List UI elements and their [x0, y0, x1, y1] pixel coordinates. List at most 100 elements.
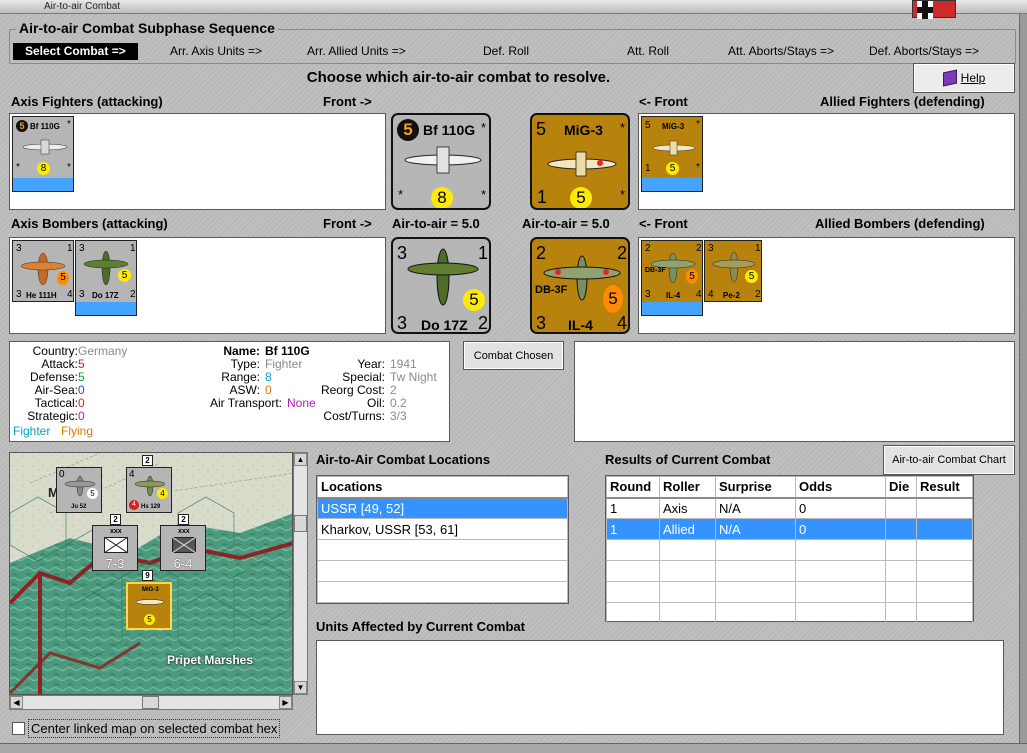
results-header-odds[interactable]: Odds: [795, 476, 886, 499]
stack-count-badge: 9: [142, 570, 153, 581]
unit-combat-value: 8: [431, 187, 453, 208]
unit-size-marker: xxx: [110, 528, 122, 535]
unit-counter-he111h[interactable]: 3 1 5 3 He 111H 4: [12, 240, 74, 302]
unit-counter-bf110g[interactable]: 5 Bf 110G * * * 8: [12, 116, 74, 192]
combat-results-panel[interactable]: Round Roller Surprise Odds Die Result 1 …: [605, 475, 974, 624]
results-cell: N/A: [715, 518, 796, 540]
results-header-die[interactable]: Die: [885, 476, 917, 499]
active-allied-bomber-counter: 2 2 DB-3F 5 3 IL-4 4: [530, 237, 630, 334]
unit-tr-value: 1: [130, 243, 136, 254]
help-button[interactable]: Help: [913, 63, 1015, 93]
locations-column-header[interactable]: Locations: [317, 476, 568, 499]
air-to-air-combat-window: Air-to-air Combat Air-to-air Combat Subp…: [0, 0, 1027, 753]
unit-counter-il4[interactable]: 2 2 DB-3F 5 3 IL-4 4: [641, 240, 703, 316]
results-row[interactable]: 1 Axis N/A 0: [606, 497, 973, 519]
results-cell: [916, 539, 973, 561]
defense-label: Defense:: [29, 370, 78, 384]
results-cell: [715, 581, 796, 603]
results-header-result[interactable]: Result: [916, 476, 973, 499]
unit-name: Hs 129: [141, 504, 161, 510]
unit-leader-badge: 5: [397, 119, 419, 141]
scroll-down-icon[interactable]: ▼: [294, 681, 307, 694]
axis-fighters-panel[interactable]: 5 Bf 110G * * * 8: [9, 113, 386, 210]
map-unit-corps-7-3[interactable]: xxx 7-3: [92, 525, 138, 571]
combat-locations-list[interactable]: Locations USSR [49, 52] Kharkov, USSR [5…: [316, 475, 569, 604]
map-unit-hs129[interactable]: 4 4 4 Hs 129: [126, 467, 172, 513]
scroll-up-icon[interactable]: ▲: [294, 453, 307, 466]
reorg-cost-label: Reorg Cost:: [320, 383, 385, 397]
map-unit-ju52[interactable]: 0 5 Ju 52: [56, 467, 102, 513]
center-map-label[interactable]: Center linked map on selected combat hex: [28, 719, 281, 738]
special-value: Tw Night: [390, 370, 437, 384]
map-unit-corps-6-4[interactable]: xxx 6-4: [160, 525, 206, 571]
phase-arr-allied-units[interactable]: Arr. Allied Units =>: [307, 43, 406, 60]
reorg-cost-value: 2: [390, 383, 397, 397]
horizontal-scroll-thumb[interactable]: [142, 696, 159, 709]
allied-fighters-panel[interactable]: 5 MiG-3 * 1 * 5: [638, 113, 1015, 210]
air-to-air-combat-chart-button[interactable]: Air-to-air Combat Chart: [883, 445, 1015, 475]
location-row: [317, 560, 568, 582]
results-cell: [659, 539, 716, 561]
unit-bl-value: 1: [537, 187, 548, 207]
phase-def-aborts-stays[interactable]: Def. Aborts/Stays =>: [869, 43, 979, 60]
unit-name: MiG-3: [662, 122, 685, 131]
unit-tl-value: 5: [536, 119, 547, 139]
unit-star-bl: *: [16, 162, 20, 173]
axis-bombers-panel[interactable]: 3 1 5 3 He 111H 4 3 1 5 3 Do 17Z 2: [9, 237, 386, 334]
map-unit-mig3[interactable]: MiG-3 5: [126, 582, 172, 630]
results-cell: 1: [606, 497, 660, 519]
unit-combat-value: 5: [463, 289, 485, 311]
results-cell: Allied: [659, 518, 716, 540]
allied-fighters-front-label: <- Front: [639, 94, 688, 109]
unit-counter-pe2[interactable]: 3 1 5 4 Pe-2 2: [704, 240, 762, 302]
results-cell: N/A: [715, 497, 796, 519]
units-affected-panel: [316, 640, 1004, 735]
subphase-sequence-title: Air-to-air Combat Subphase Sequence: [16, 20, 278, 36]
map-horizontal-scrollbar[interactable]: ◀ ▶: [9, 695, 293, 710]
unit-tl-value: 5: [645, 120, 651, 131]
allied-bombers-panel[interactable]: 2 2 DB-3F 5 3 IL-4 4 3 1 5 4 Pe-2 2: [638, 237, 1015, 334]
results-row: [606, 560, 973, 582]
results-cell: [885, 518, 917, 540]
location-cell[interactable]: USSR [49, 52]: [317, 497, 568, 519]
map-vertical-scrollbar[interactable]: ▲ ▼: [293, 452, 308, 695]
results-row[interactable]: 1 Allied N/A 0: [606, 518, 973, 540]
unit-leader-badge: 5: [16, 120, 28, 132]
selected-marker: [642, 178, 702, 191]
phase-select-combat[interactable]: Select Combat =>: [13, 43, 138, 60]
bf110-plane-icon: [404, 146, 482, 174]
vertical-scroll-thumb[interactable]: [294, 515, 307, 532]
unit-bl-value: 3: [536, 313, 547, 333]
results-cell: [795, 539, 886, 561]
defense-value: 5: [78, 370, 85, 384]
oil-value: 0.2: [390, 396, 407, 410]
center-map-checkbox[interactable]: [12, 722, 25, 735]
location-row[interactable]: USSR [49, 52]: [317, 497, 568, 519]
results-row: [606, 581, 973, 603]
location-cell[interactable]: Kharkov, USSR [53, 61]: [317, 518, 568, 540]
phase-arr-axis-units[interactable]: Arr. Axis Units =>: [170, 43, 262, 60]
phase-att-aborts-stays[interactable]: Att. Aborts/Stays =>: [728, 43, 834, 60]
results-cell: [659, 560, 716, 582]
results-header-roller[interactable]: Roller: [659, 476, 716, 499]
window-titlebar: Air-to-air Combat: [0, 0, 1027, 14]
name-label: Name:: [223, 344, 260, 358]
scroll-left-icon[interactable]: ◀: [10, 696, 23, 709]
scroll-right-icon[interactable]: ▶: [279, 696, 292, 709]
axis-fighters-label: Axis Fighters (attacking): [11, 94, 163, 109]
unit-combat-value: 5: [570, 187, 592, 208]
results-header-surprise[interactable]: Surprise: [715, 476, 796, 499]
unit-counter-do17z[interactable]: 3 1 5 3 Do 17Z 2: [75, 240, 137, 316]
phase-def-roll[interactable]: Def. Roll: [483, 43, 529, 60]
asw-label: ASW:: [229, 383, 260, 397]
type-label: Type:: [230, 357, 260, 371]
results-header-round[interactable]: Round: [606, 476, 660, 499]
active-axis-fighter-counter: 5 Bf 110G * * * 8: [391, 113, 491, 210]
combat-chosen-button[interactable]: Combat Chosen: [463, 341, 564, 370]
results-cell: [916, 602, 973, 624]
unit-counter-mig3[interactable]: 5 MiG-3 * 1 * 5: [641, 116, 703, 192]
unit-tr-value: 1: [67, 243, 73, 254]
location-row[interactable]: Kharkov, USSR [53, 61]: [317, 518, 568, 540]
phase-att-roll[interactable]: Att. Roll: [627, 43, 669, 60]
linked-map-view[interactable]: M 0 5 Ju 52 2 4 4 4 Hs 129 2 xxx 7-3 2 x…: [9, 452, 293, 695]
